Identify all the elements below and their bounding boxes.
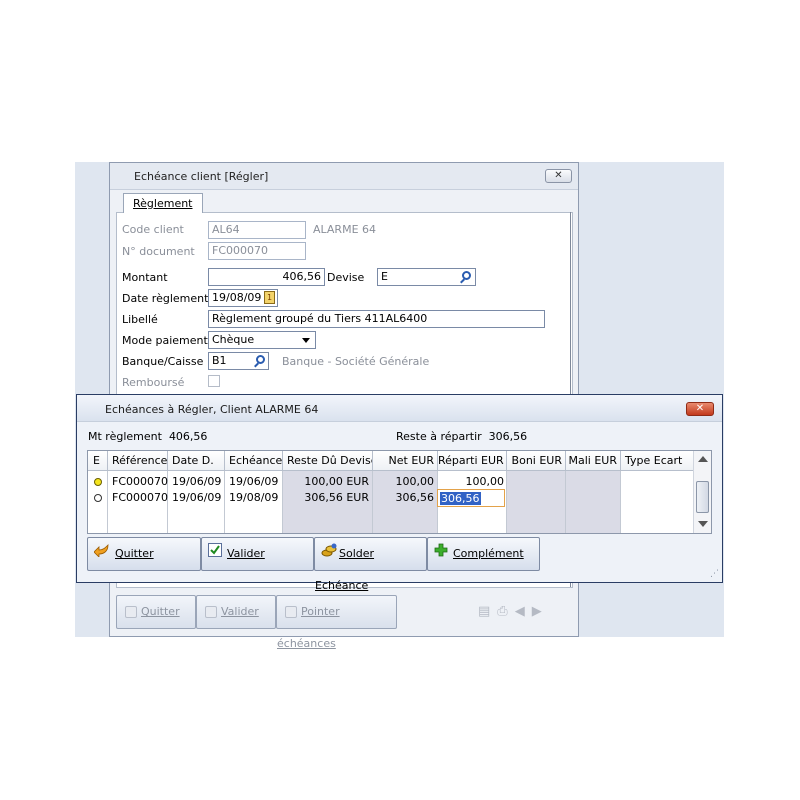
row1-reference[interactable]: FC000070 [112,475,168,488]
row2-net[interactable]: 306,56 [373,491,435,504]
status-yellow-icon [94,478,102,486]
validate-check-icon [208,538,222,570]
validate-icon [205,606,217,618]
row2-reference[interactable]: FC000070 [112,491,168,504]
row1-echeance[interactable]: 19/06/09 [229,475,278,488]
scroll-thumb[interactable] [696,481,709,513]
devise-label: Devise [327,271,365,284]
back-quitter-button[interactable]: Quitter [116,595,196,629]
solder-coins-icon [321,538,337,570]
chevron-down-icon[interactable] [302,338,310,343]
mode-paiement-label: Mode paiement [122,334,208,347]
row1-net[interactable]: 100,00 [373,475,435,488]
header-echeance[interactable]: Echéance [225,451,283,471]
dialog-valider-label: Valider [227,547,265,560]
mt-reglement-value: 406,56 [168,430,208,443]
row1-reste-du[interactable]: 100,00 EUR [283,475,369,488]
col-boni [507,471,566,533]
code-client-name: ALARME 64 [313,223,377,236]
header-reference[interactable]: Référence [108,451,168,471]
quit-arrow-icon [93,538,110,570]
rembourse-label: Remboursé [122,376,185,389]
scroll-down-icon[interactable] [698,521,708,527]
date-reglement-value: 19/08/09 [212,291,262,304]
header-boni[interactable]: Boni EUR [507,451,566,471]
rembourse-checkbox[interactable] [208,375,220,387]
document-field: FC000070 [208,242,306,260]
row1-date-d[interactable]: 19/06/09 [172,475,221,488]
back-quitter-label: Quitter [141,605,180,618]
calendar-icon[interactable]: 1 [264,291,275,304]
header-type-ecart[interactable]: Type Ecart [621,451,694,471]
date-reglement-label: Date règlement [122,292,209,305]
devise-value: E [381,270,388,283]
mt-reglement: Mt règlement 406,56 [88,430,207,443]
montant-field[interactable]: 406,56 [208,268,325,286]
col-type-ecart [621,471,694,533]
dialog-title-bar: Echéances à Régler, Client ALARME 64 ✕ [77,395,722,422]
next-icon[interactable]: ▶ [532,604,542,619]
banque-search-icon[interactable] [256,355,265,364]
row2-reparti-input[interactable]: 306,56 [437,489,505,507]
print-icon[interactable]: ⎙ [497,604,507,619]
navigation-toolbar: ▤ ⎙ ◀ ▶ [478,604,549,620]
libelle-label: Libellé [122,313,158,326]
row2-echeance[interactable]: 19/08/09 [229,491,278,504]
mt-reglement-label: Mt règlement [88,430,162,443]
row2-reste-du[interactable]: 306,56 EUR [283,491,369,504]
row2-reparti-value: 306,56 [440,492,481,505]
mode-paiement-value: Chèque [212,333,255,346]
col-mali [566,471,621,533]
dialog-title: Echéances à Régler, Client ALARME 64 [105,403,319,416]
complement-button[interactable]: Complément [427,537,540,571]
tab-reglement[interactable]: Règlement [123,193,203,213]
status-empty-icon [94,494,102,502]
banque-caisse-label: Banque/Caisse [122,355,204,368]
solder-echeance-button[interactable]: Solder Echéance [314,537,427,592]
reste-repartir: Reste à répartir 306,56 [396,430,527,443]
quit-icon [125,606,137,618]
code-client-label: Code client [122,223,184,236]
dialog-close-button[interactable]: ✕ [686,402,714,416]
dialog-quitter-label: Quitter [115,547,154,560]
resize-grip-icon[interactable]: ⋰ [710,569,719,579]
complement-label: Complément [453,547,524,560]
dialog-valider-button[interactable]: Valider [201,537,314,571]
window-title: Echéance client [Régler] [134,170,269,183]
row1-reparti[interactable]: 100,00 [438,475,505,488]
mode-paiement-select[interactable]: Chèque [208,331,316,349]
header-mali[interactable]: Mali EUR [566,451,621,471]
banque-name: Banque - Société Générale [282,355,430,368]
document-icon[interactable]: ▤ [478,604,490,619]
montant-label: Montant [122,271,168,284]
back-valider-button[interactable]: Valider [196,595,276,629]
devise-search-icon[interactable] [462,271,471,280]
reste-repartir-value: 306,56 [488,430,528,443]
code-client-field: AL64 [208,221,306,239]
row2-date-d[interactable]: 19/06/09 [172,491,221,504]
libelle-field[interactable]: Règlement groupé du Tiers 411AL6400 [208,310,545,328]
previous-icon[interactable]: ◀ [515,604,525,619]
document-label: N° document [122,245,195,258]
back-valider-label: Valider [221,605,259,618]
table-scrollbar[interactable] [693,451,711,533]
tab-reglement-label: Règlement [133,197,193,210]
reste-repartir-label: Reste à répartir [396,430,482,443]
pointer-icon [285,606,297,618]
dialog-quitter-button[interactable]: Quitter [87,537,201,571]
banque-caisse-value: B1 [212,354,227,367]
header-reste-du[interactable]: Reste Dû Devise [283,451,373,471]
scroll-up-icon[interactable] [698,456,708,462]
close-button[interactable]: ✕ [545,169,572,183]
echeances-table: E Référence Date D. Echéance Reste Dû De… [87,450,712,534]
plus-icon [434,538,448,570]
header-date-d[interactable]: Date D. [168,451,225,471]
window-title-bar: Echéance client [Régler] ✕ [110,163,578,190]
header-reparti[interactable]: Réparti EUR [438,451,507,471]
header-net[interactable]: Net EUR [373,451,438,471]
header-e[interactable]: E [88,451,108,471]
